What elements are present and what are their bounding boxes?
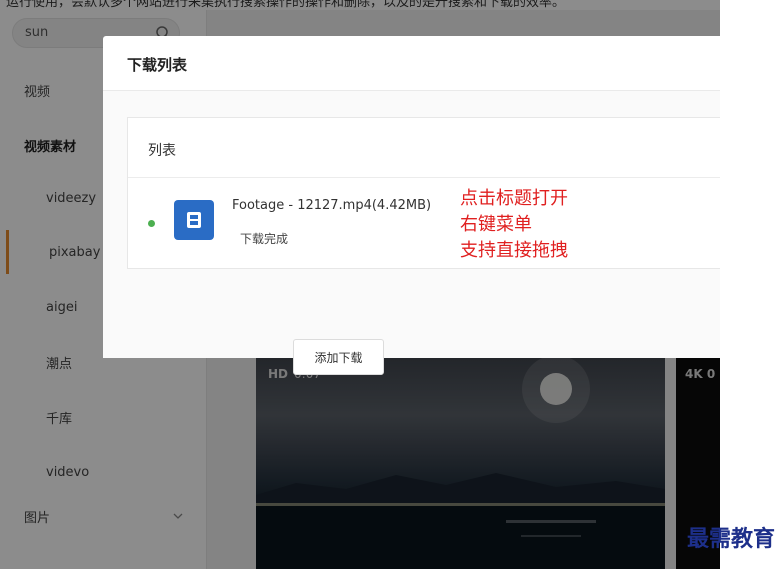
- annotation-text: 点击标题打开 右键菜单 支持直接拖拽: [460, 186, 568, 264]
- file-name-link[interactable]: Footage - 12127.mp4(4.42MB): [232, 198, 431, 213]
- annotation-line: 点击标题打开: [460, 188, 568, 209]
- screen: 运行使用，会默认多个网站进行采集执行搜索操作的操作和删除，以及的是升搜索和下载的…: [0, 0, 783, 569]
- dialog-body: 列表 Footage - 12127.mp4(4.42MB) 下载完成 点击标题…: [103, 91, 720, 375]
- video-file-icon: [174, 200, 214, 240]
- annotation-line: 右键菜单: [460, 214, 532, 235]
- annotation-line: 支持直接拖拽: [460, 240, 568, 261]
- add-download-button[interactable]: 添加下载: [293, 339, 384, 375]
- download-list-card: 列表 Footage - 12127.mp4(4.42MB) 下载完成 点击标题…: [127, 117, 720, 269]
- watermark-logo: 最需教育: [686, 526, 775, 552]
- status-dot: [148, 220, 155, 227]
- download-item[interactable]: Footage - 12127.mp4(4.42MB) 下载完成 点击标题打开 …: [128, 178, 720, 268]
- dialog-title: 下载列表: [103, 36, 720, 91]
- download-list-dialog: 下载列表 列表 Footage - 12127.mp4(4.42MB) 下载完成: [103, 36, 720, 375]
- list-title: 列表: [128, 118, 720, 178]
- download-status: 下载完成: [240, 232, 289, 246]
